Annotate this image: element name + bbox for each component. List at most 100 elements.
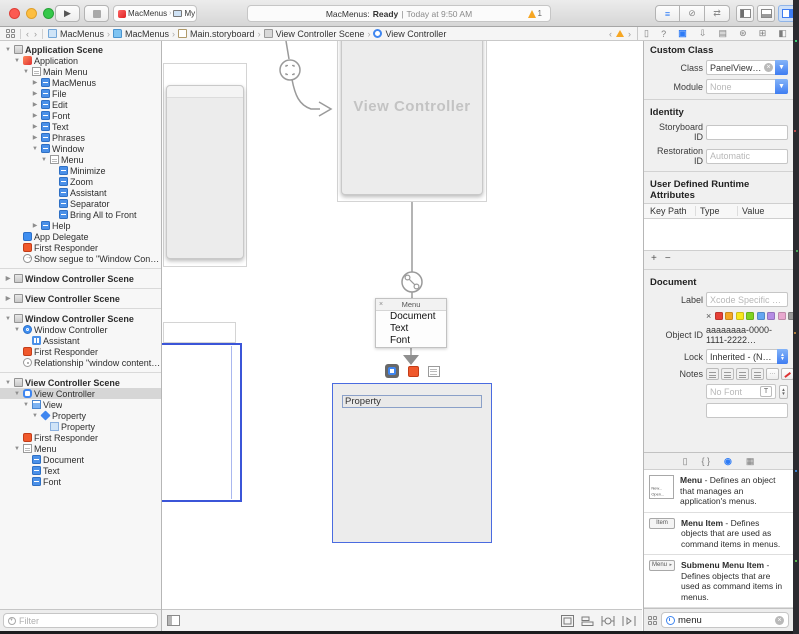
library-item[interactable]: Item Menu Item - Defines objects that are… (644, 513, 793, 555)
view-controller-dock-icon[interactable] (384, 364, 399, 378)
add-constraints-button[interactable] (601, 615, 615, 627)
outline-row[interactable]: ▼ View (0, 399, 161, 410)
outline-row[interactable]: Show segue to "Window Controller" (0, 253, 161, 264)
outline-row[interactable]: App Delegate (0, 231, 161, 242)
outline-row[interactable]: ▶ MacMenus (0, 77, 161, 88)
media-library-tab[interactable]: ▦ (746, 456, 755, 467)
chevron-down-icon[interactable]: ▼ (775, 60, 788, 75)
chevron-down-icon[interactable]: ▼ (775, 79, 788, 94)
align-right-button[interactable] (736, 368, 749, 380)
align-center-button[interactable] (721, 368, 734, 380)
color-swatch[interactable] (725, 312, 734, 320)
forward-button[interactable]: › (34, 29, 37, 39)
menu-dock-icon[interactable] (427, 365, 440, 377)
property-text-field[interactable]: Property (342, 395, 482, 408)
outline-row[interactable]: Assistant (0, 187, 161, 198)
outline-row[interactable]: ▶ View Controller Scene (0, 293, 161, 304)
related-items-icon[interactable] (6, 29, 15, 38)
breadcrumb-item[interactable]: View Controller (373, 29, 446, 39)
window-controller-scene-box[interactable] (163, 63, 247, 267)
spacing-button[interactable]: ··· (766, 368, 779, 380)
add-attribute-button[interactable]: + (651, 253, 657, 264)
assistant-editor-button[interactable]: ⊘ (680, 5, 705, 22)
menu-item[interactable]: Font (376, 335, 446, 347)
selected-window[interactable] (162, 343, 242, 502)
outline-row[interactable]: ▼ Application (0, 55, 161, 66)
up-down-arrows-icon[interactable]: ▲ ▼ (777, 349, 788, 364)
resolve-auto-layout-button[interactable] (622, 615, 636, 627)
outline-row[interactable]: ▼ Application Scene (0, 44, 161, 55)
outline-row[interactable]: ▶ Font (0, 110, 161, 121)
outline-row[interactable]: ▼ Main Menu (0, 66, 161, 77)
outline-row[interactable]: Assistant (0, 335, 161, 346)
outline-row[interactable]: Property (0, 421, 161, 432)
outline-row[interactable]: Separator (0, 198, 161, 209)
outline-row[interactable]: Text (0, 465, 161, 476)
file-inspector-tab[interactable]: ▯ (644, 28, 649, 39)
outline-row[interactable]: ▼ Property (0, 410, 161, 421)
breadcrumb-item[interactable]: MacMenus (113, 29, 169, 39)
clear-icon[interactable]: × (764, 63, 773, 72)
menu-item[interactable]: Document (376, 311, 446, 323)
library-item[interactable]: New...Open...CloseSaveMenu - Defines an … (644, 470, 793, 513)
hide-document-outline-button[interactable] (167, 615, 180, 626)
identity-inspector-tab[interactable]: ▣ (678, 28, 687, 39)
outline-row[interactable]: ▼ Window (0, 143, 161, 154)
notes-text-field[interactable] (706, 403, 788, 418)
notes-font-field[interactable]: No Font T (706, 384, 776, 399)
font-picker-button[interactable]: T (760, 386, 772, 397)
first-responder-dock-icon[interactable] (407, 365, 419, 377)
embed-in-stack-button[interactable] (561, 614, 574, 627)
outline-row[interactable]: Font (0, 476, 161, 487)
outline-row[interactable]: ▼ View Controller Scene (0, 377, 161, 388)
bindings-inspector-tab[interactable]: ⊞ (759, 28, 767, 39)
minimize-window-button[interactable] (26, 8, 37, 19)
color-swatch[interactable] (767, 312, 776, 320)
outline-row[interactable]: Zoom (0, 176, 161, 187)
storyboard-canvas[interactable]: View Controller × Menu Document Text Fon… (162, 41, 642, 631)
outline-row[interactable]: Minimize (0, 165, 161, 176)
size-inspector-tab[interactable]: ▤ (718, 28, 727, 39)
quick-help-tab[interactable]: ? (661, 29, 666, 39)
class-combo-box[interactable]: PanelViewController × ▼ (706, 60, 788, 75)
breadcrumb-item[interactable]: Main.storyboard (178, 29, 255, 39)
color-swatch[interactable] (735, 312, 744, 320)
outline-row[interactable]: ▼ Window Controller (0, 324, 161, 335)
toggle-debug-area-button[interactable] (757, 5, 775, 22)
storyboard-id-field[interactable] (706, 124, 788, 140)
view-effects-inspector-tab[interactable]: ◧ (778, 28, 787, 39)
align-justify-button[interactable] (751, 368, 764, 380)
version-editor-button[interactable]: ⇄ (705, 5, 730, 22)
font-size-stepper[interactable]: ▲ ▼ (779, 384, 788, 399)
breadcrumb-item[interactable]: View Controller Scene (263, 29, 364, 39)
attributes-inspector-tab[interactable]: ⇩ (699, 28, 707, 39)
outline-row[interactable]: ▶ Help (0, 220, 161, 231)
color-swatch[interactable] (746, 312, 755, 320)
outline-row[interactable]: ▼ View Controller (0, 388, 161, 399)
outline-row[interactable]: ▶ Phrases (0, 132, 161, 143)
restoration-id-field[interactable]: Automatic (706, 148, 788, 164)
lock-dropdown[interactable]: Inherited - (Nothing) ▲▼ (706, 349, 788, 364)
scene-box-partial[interactable] (163, 322, 236, 343)
remove-attribute-button[interactable]: − (665, 253, 671, 264)
warning-badge[interactable]: 1 (527, 9, 542, 18)
stop-button[interactable] (84, 5, 109, 22)
next-issue-button[interactable]: › (628, 29, 631, 39)
document-label-field[interactable]: Xcode Specific Label (706, 292, 788, 307)
zoom-window-button[interactable] (43, 8, 54, 19)
text-color-button[interactable] (781, 368, 793, 380)
outline-row[interactable]: ▶ Text (0, 121, 161, 132)
breadcrumb-item[interactable]: MacMenus (48, 29, 104, 39)
module-dropdown[interactable]: None ▼ (706, 79, 788, 94)
close-window-button[interactable] (9, 8, 20, 19)
clear-color-button[interactable]: × (706, 311, 711, 321)
back-button[interactable]: ‹ (26, 29, 29, 39)
menu-item[interactable]: Text (376, 323, 446, 335)
runtime-attributes-table[interactable] (644, 219, 793, 251)
outline-row[interactable]: Document (0, 454, 161, 465)
object-library-tab[interactable]: ◉ (724, 456, 732, 467)
outline-row[interactable]: First Responder (0, 242, 161, 253)
outline-row[interactable]: ▼ Window Controller Scene (0, 313, 161, 324)
library-grid-view-icon[interactable] (648, 615, 657, 625)
toggle-navigator-button[interactable] (736, 5, 754, 22)
